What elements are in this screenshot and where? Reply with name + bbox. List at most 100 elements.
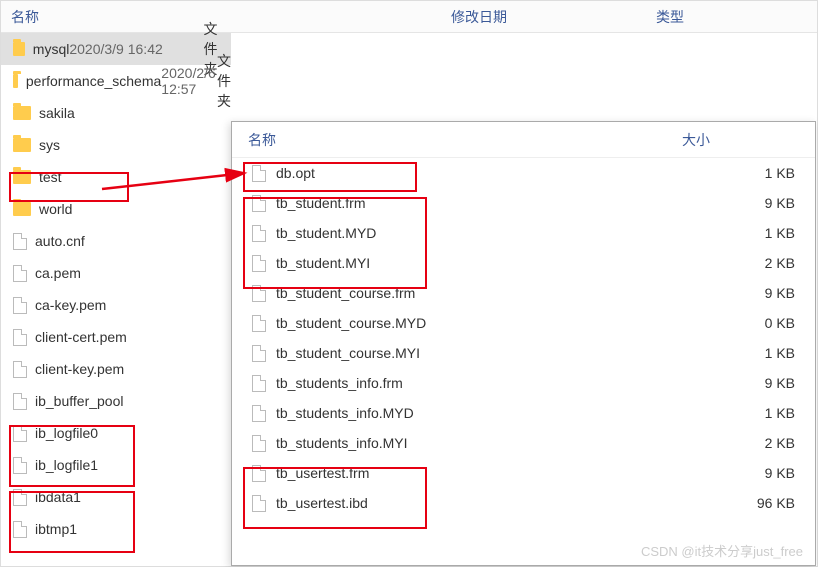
file-name: tb_usertest.ibd: [276, 495, 696, 511]
file-row[interactable]: performance_schema2020/2/6 12:57文件夹: [1, 65, 231, 97]
file-row[interactable]: ibtmp1: [1, 513, 231, 545]
file-icon: [13, 329, 27, 346]
file-name: ca-key.pem: [35, 297, 231, 313]
file-size: 1 KB: [696, 165, 815, 181]
col-type-header[interactable]: 类型: [646, 7, 817, 27]
file-size: 96 KB: [696, 495, 815, 511]
file-row[interactable]: ib_buffer_pool: [1, 385, 231, 417]
left-file-list: mysql2020/3/9 16:42文件夹performance_schema…: [1, 33, 231, 545]
file-icon: [252, 225, 266, 242]
file-name: tb_students_info.frm: [276, 375, 696, 391]
file-size: 9 KB: [696, 195, 815, 211]
file-icon: [13, 361, 27, 378]
file-size: 1 KB: [696, 345, 815, 361]
file-size: 2 KB: [696, 435, 815, 451]
watermark: CSDN @it技术分享just_free: [641, 541, 803, 560]
file-name: auto.cnf: [35, 233, 231, 249]
file-name: ib_logfile0: [35, 425, 231, 441]
file-icon: [13, 297, 27, 314]
folder-icon: [13, 42, 25, 56]
file-name: tb_student_course.MYI: [276, 345, 696, 361]
right-column-header[interactable]: 名称 大小: [232, 122, 815, 158]
file-row[interactable]: tb_student_course.frm9 KB: [232, 278, 815, 308]
file-name: tb_student.frm: [276, 195, 696, 211]
file-name: sakila: [39, 105, 231, 121]
file-row[interactable]: client-cert.pem: [1, 321, 231, 353]
file-icon: [252, 495, 266, 512]
file-icon: [252, 165, 266, 182]
file-name: tb_student_course.MYD: [276, 315, 696, 331]
file-row[interactable]: tb_usertest.ibd96 KB: [232, 488, 815, 518]
file-row[interactable]: tb_students_info.MYI2 KB: [232, 428, 815, 458]
file-name: world: [39, 201, 231, 217]
file-size: 1 KB: [696, 405, 815, 421]
file-row[interactable]: tb_student_course.MYI1 KB: [232, 338, 815, 368]
file-size: 2 KB: [696, 255, 815, 271]
file-size: 0 KB: [696, 315, 815, 331]
file-row[interactable]: test: [1, 161, 231, 193]
file-name: tb_student.MYI: [276, 255, 696, 271]
file-name: tb_student.MYD: [276, 225, 696, 241]
file-date: 2020/2/6 12:57: [161, 65, 217, 97]
file-row[interactable]: tb_student.MYD1 KB: [232, 218, 815, 248]
file-icon: [13, 457, 27, 474]
col-date-header[interactable]: 修改日期: [441, 7, 646, 27]
file-row[interactable]: world: [1, 193, 231, 225]
file-row[interactable]: tb_student.frm9 KB: [232, 188, 815, 218]
file-name: test: [39, 169, 231, 185]
folder-icon: [13, 138, 31, 152]
file-row[interactable]: db.opt1 KB: [232, 158, 815, 188]
file-row[interactable]: tb_student_course.MYD0 KB: [232, 308, 815, 338]
file-row[interactable]: tb_student.MYI2 KB: [232, 248, 815, 278]
file-row[interactable]: sakila: [1, 97, 231, 129]
file-name: ca.pem: [35, 265, 231, 281]
file-row[interactable]: tb_students_info.frm9 KB: [232, 368, 815, 398]
file-row[interactable]: ca-key.pem: [1, 289, 231, 321]
file-name: sys: [39, 137, 231, 153]
file-size: 9 KB: [696, 375, 815, 391]
folder-icon: [13, 74, 18, 88]
file-name: tb_students_info.MYD: [276, 405, 696, 421]
file-row[interactable]: tb_students_info.MYD1 KB: [232, 398, 815, 428]
file-size: 9 KB: [696, 285, 815, 301]
folder-icon: [13, 106, 31, 120]
file-icon: [252, 255, 266, 272]
file-icon: [252, 195, 266, 212]
main-column-header[interactable]: 名称 修改日期 类型: [1, 1, 817, 33]
file-row[interactable]: sys: [1, 129, 231, 161]
file-size: 1 KB: [696, 225, 815, 241]
file-row[interactable]: ib_logfile0: [1, 417, 231, 449]
file-row[interactable]: auto.cnf: [1, 225, 231, 257]
file-icon: [13, 233, 27, 250]
file-row[interactable]: tb_usertest.frm9 KB: [232, 458, 815, 488]
file-name: ibdata1: [35, 489, 231, 505]
file-name: tb_usertest.frm: [276, 465, 696, 481]
file-icon: [252, 435, 266, 452]
file-name: mysql: [33, 41, 70, 57]
file-row[interactable]: ib_logfile1: [1, 449, 231, 481]
file-name: ibtmp1: [35, 521, 231, 537]
folder-icon: [13, 202, 31, 216]
file-icon: [13, 425, 27, 442]
file-row[interactable]: ca.pem: [1, 257, 231, 289]
file-name: tb_student_course.frm: [276, 285, 696, 301]
file-name: client-key.pem: [35, 361, 231, 377]
file-name: performance_schema: [26, 73, 161, 89]
file-icon: [252, 345, 266, 362]
col-name-header[interactable]: 名称: [232, 130, 682, 150]
file-row[interactable]: client-key.pem: [1, 353, 231, 385]
file-name: ib_buffer_pool: [35, 393, 231, 409]
file-name: tb_students_info.MYI: [276, 435, 696, 451]
right-folder-window: 名称 大小 db.opt1 KBtb_student.frm9 KBtb_stu…: [231, 121, 816, 566]
file-icon: [252, 285, 266, 302]
file-row[interactable]: ibdata1: [1, 481, 231, 513]
file-icon: [13, 393, 27, 410]
file-name: client-cert.pem: [35, 329, 231, 345]
file-icon: [13, 265, 27, 282]
file-icon: [252, 405, 266, 422]
col-size-header[interactable]: 大小: [682, 130, 815, 150]
file-icon: [252, 465, 266, 482]
file-type: 文件夹: [217, 51, 231, 111]
file-icon: [252, 315, 266, 332]
file-row[interactable]: mysql2020/3/9 16:42文件夹: [1, 33, 231, 65]
